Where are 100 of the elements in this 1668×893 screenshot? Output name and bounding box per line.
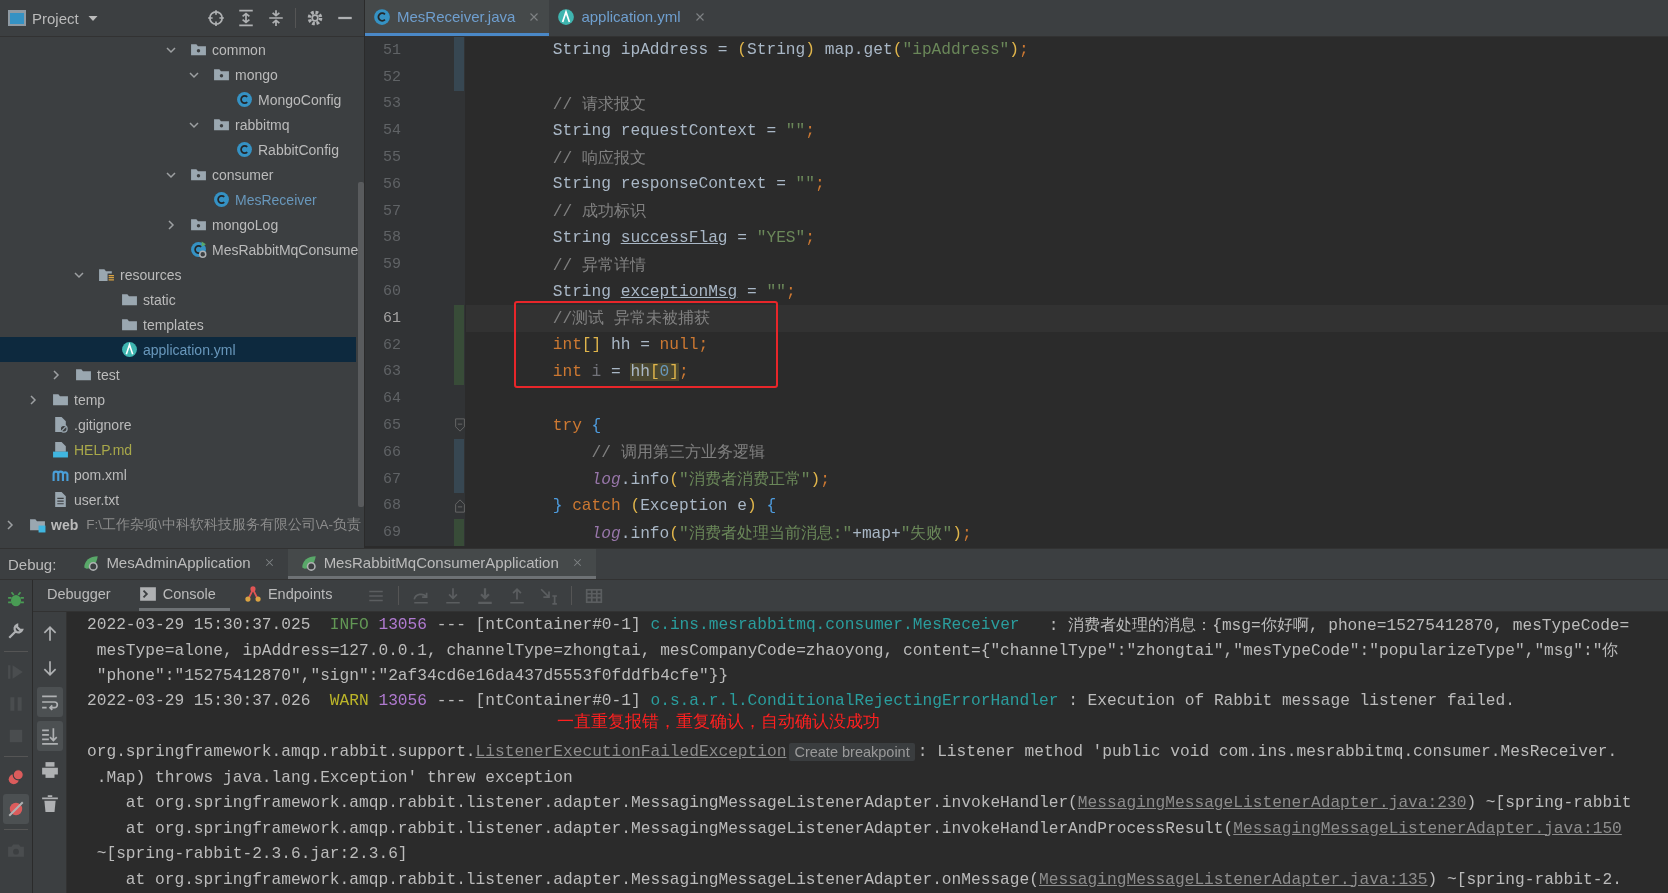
- tree-item[interactable]: mongoLog: [0, 212, 356, 237]
- code-line: log.info("消费者消费正常");: [590, 470, 830, 491]
- code-line: log.info("消费者处理当前消息:"+map+"失败");: [590, 523, 972, 544]
- collapse-all-icon[interactable]: [267, 9, 285, 27]
- code-line: } catch (Exception e) {: [551, 496, 777, 515]
- tree-item[interactable]: rabbitmq: [0, 112, 356, 137]
- tree-item[interactable]: application.yml: [0, 337, 356, 362]
- code-line: String exceptionMsg = "";: [551, 282, 796, 301]
- code-line: String requestContext = "";: [551, 121, 815, 140]
- app-icon: [82, 553, 101, 572]
- link[interactable]: MessagingMessageListenerAdapter.java:135: [1039, 870, 1428, 889]
- locate-icon[interactable]: [207, 9, 225, 27]
- module-folder-icon: [29, 516, 46, 533]
- link[interactable]: ListenerExecutionFailedException: [475, 743, 787, 762]
- yaml-file-icon: [121, 341, 138, 358]
- code-line: // 成功标识: [551, 202, 646, 223]
- class-icon: [213, 191, 230, 208]
- console-line: org.springframework.amqp.rabbit.support.ListenerExecutionFailedException Create breakpoint : Listener method 'public void com.ins.mesrabbitmq.consumer.MesReceiver.: [87, 742, 1619, 764]
- folder-icon: [52, 391, 69, 408]
- fold-icon[interactable]: [453, 417, 467, 434]
- tree-item[interactable]: MesReceiver: [0, 187, 356, 212]
- code-line: // 请求报文: [551, 94, 646, 115]
- class-icon: [373, 7, 391, 26]
- tree-item[interactable]: test: [0, 362, 356, 387]
- application-class-icon: [190, 241, 207, 258]
- module-path: F:\工作杂项\中科软科技服务有限公司\A-负责: [86, 515, 361, 534]
- editor-tab[interactable]: application.yml: [549, 0, 715, 36]
- scrollbar-thumb[interactable]: [358, 182, 364, 507]
- console-line: 2022-03-29 15:30:37.025 INFO 13056 --- [ntContainer#0-1] c.ins.mesrabbitmq.consumer.MesReceiver : 消费者处理的消息：{msg=你好啊, phone=15275412870, mesTypeCode=: [87, 614, 1631, 637]
- link[interactable]: MessagingMessageListenerAdapter.java:150: [1233, 819, 1622, 838]
- tree-item[interactable]: mongo: [0, 62, 356, 87]
- link[interactable]: MessagingMessageListenerAdapter.java:230: [1077, 794, 1467, 813]
- code-line: // 调用第三方业务逻辑: [590, 442, 765, 464]
- text-file-icon: [52, 491, 69, 508]
- package-folder-icon: [190, 166, 207, 183]
- annotation-text: 一直重复报错，重复确认，自动确认没成功: [557, 712, 880, 733]
- session-tab[interactable]: MesAdminApplication: [70, 549, 288, 579]
- markdown-file-icon: [52, 441, 69, 458]
- fold-icon[interactable]: [453, 497, 467, 514]
- breakpoints-icon[interactable]: [7, 768, 25, 786]
- editor-tab[interactable]: MesReceiver.java: [365, 0, 550, 36]
- console-line: mesType=alone, ipAddress=127.0.0.1, channelType=zhongtai, mesCompanyCode=zhaoyong, content={"channelType":"zhongtai","mesTypeCode":"popularizeType","msg":"你: [95, 641, 1620, 663]
- console-line: "phone":"15275412870","sign":"2af34cd6e16da437d5553f0fddfb4cfe"}}: [95, 665, 730, 687]
- settings-icon[interactable]: [306, 9, 324, 27]
- tree-item[interactable]: .gitignore: [0, 412, 356, 437]
- tree-item[interactable]: common: [0, 37, 356, 62]
- line-number: 61: [382, 309, 401, 327]
- code-line: int[] hh = null;: [551, 336, 709, 355]
- tree-item[interactable]: templates: [0, 312, 356, 337]
- wrench-icon[interactable]: [7, 622, 25, 640]
- app-icon: [299, 553, 318, 572]
- tree-item[interactable]: MesRabbitMqConsume: [0, 237, 356, 262]
- tree-item[interactable]: HELP.md: [0, 437, 356, 462]
- code-line: int i = hh[0];: [551, 362, 689, 381]
- package-folder-icon: [213, 116, 230, 133]
- endpoints-icon: [243, 585, 262, 603]
- yaml-file-icon: [557, 7, 576, 26]
- folder-icon: [75, 366, 92, 383]
- mute-breakpoints-icon[interactable]: [7, 800, 25, 818]
- bug-icon[interactable]: [7, 590, 25, 608]
- package-folder-icon: [190, 41, 207, 58]
- class-icon: [236, 91, 253, 108]
- code-line: String ipAddress = (String) map.get("ipAddress");: [551, 41, 1029, 60]
- console-line: at org.springframework.amqp.rabbit.listener.adapter.MessagingMessageListenerAdapter.invokeHandlerAndProcessResult(MessagingMessageListenerAdapter.java:150: [124, 818, 1623, 840]
- expand-all-icon[interactable]: [237, 9, 255, 27]
- console-line: at org.springframework.amqp.rabbit.listener.adapter.MessagingMessageListenerAdapter.onMessage(MessagingMessageListenerAdapter.java:135) ~[spring-rabbit-2.: [124, 869, 1623, 891]
- code-line: try {: [551, 416, 602, 435]
- tree-item[interactable]: static: [0, 287, 356, 312]
- tree-item[interactable]: consumer: [0, 162, 356, 187]
- class-icon: [236, 141, 253, 158]
- session-tab[interactable]: MesRabbitMqConsumerApplication: [287, 549, 596, 579]
- package-folder-icon: [213, 66, 230, 83]
- console-icon: [138, 585, 157, 603]
- console-line: 2022-03-29 15:30:37.026 WARN 13056 --- [ntContainer#0-1] o.s.a.r.l.ConditionalRejectingErrorHandler : Execution of Rabbit message listener failed.: [87, 691, 1516, 713]
- console-line: ~[spring-rabbit-2.3.6.jar:2.3.6]: [95, 844, 409, 866]
- package-folder-icon: [190, 216, 207, 233]
- ignore-file-icon: [52, 416, 69, 433]
- code-line: // 响应报文: [551, 148, 646, 169]
- code-line: // 异常详情: [551, 255, 646, 276]
- project-window-icon: [8, 10, 26, 26]
- trash-icon[interactable]: [40, 795, 59, 813]
- tree-item[interactable]: pom.xml: [0, 462, 356, 487]
- tree-item[interactable]: temp: [0, 387, 356, 412]
- scroll-to-end-icon[interactable]: [40, 727, 59, 745]
- folder-icon: [121, 316, 138, 333]
- panel-title: Debug:: [7, 554, 58, 575]
- console-line: at org.springframework.amqp.rabbit.listener.adapter.MessagingMessageListenerAdapter.invokeHandler(MessagingMessageListenerAdapter.java:230) ~[spring-rabbit: [124, 793, 1633, 815]
- print-icon[interactable]: [40, 761, 59, 779]
- soft-wrap-icon[interactable]: [40, 693, 59, 711]
- console-line: .Map) throws java.lang.Exception' threw exception: [95, 767, 574, 789]
- code-line: String responseContext = "";: [551, 175, 825, 194]
- tree-item[interactable]: user.txt: [0, 487, 356, 512]
- view-tab[interactable]: Debugger: [47, 580, 125, 611]
- code-line: String successFlag = "YES";: [551, 228, 815, 247]
- folder-icon: [121, 291, 138, 308]
- tree-item[interactable]: MongoConfig: [0, 87, 356, 112]
- view-tab[interactable]: Endpoints: [243, 580, 347, 611]
- tree-item[interactable]: RabbitConfig: [0, 137, 356, 162]
- tree-item[interactable]: resources: [0, 262, 356, 287]
- project-view-selector[interactable]: Project: [8, 9, 101, 27]
